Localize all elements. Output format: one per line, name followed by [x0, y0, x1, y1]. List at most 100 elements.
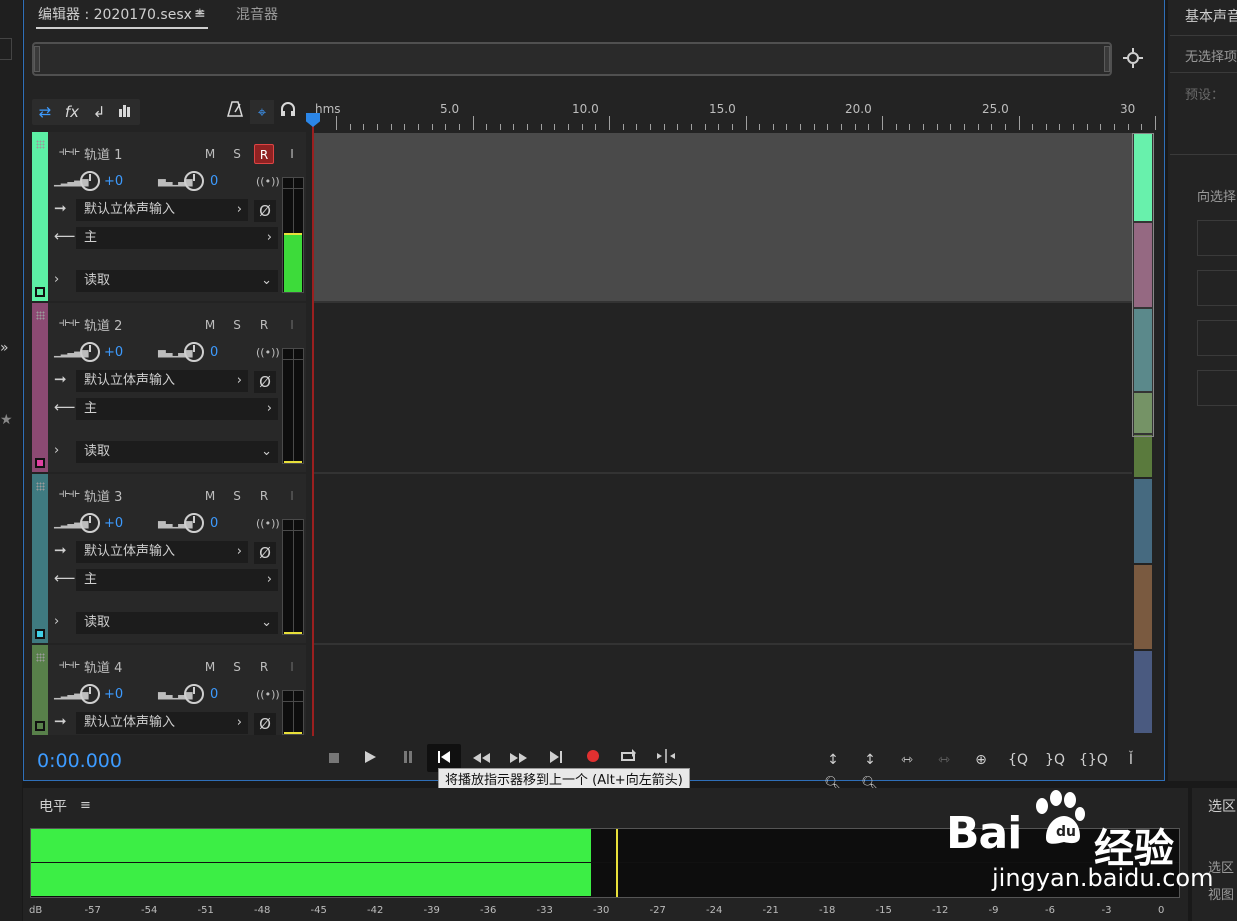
output-select[interactable]: 主 › — [76, 227, 278, 249]
vertical-scroll-thumb[interactable] — [1132, 133, 1154, 437]
zoom-to-playhead-icon[interactable]: ⊕ — [968, 748, 994, 772]
type-button[interactable] — [1197, 270, 1237, 306]
selection-panel-title[interactable]: 选区 — [1208, 796, 1236, 816]
pan-knob[interactable] — [184, 513, 204, 533]
volume-value[interactable]: +0 — [104, 345, 123, 360]
track-color-strip[interactable] — [32, 474, 48, 643]
send-icon[interactable]: ↲ — [87, 100, 111, 124]
zoom-in-full-icon[interactable]: }Q — [1042, 748, 1068, 772]
essential-sound-title[interactable]: 基本声音 — [1185, 6, 1237, 26]
mute-button[interactable]: M — [200, 486, 220, 506]
automation-mode-select[interactable]: 读取 ⌄ — [76, 441, 278, 463]
pan-knob[interactable] — [184, 171, 204, 191]
mute-button[interactable]: M — [200, 657, 220, 677]
volume-knob[interactable] — [80, 513, 100, 533]
phase-invert-icon[interactable]: Ø — [254, 200, 276, 222]
level-panel-title[interactable]: 电平 — [39, 796, 67, 816]
volume-value[interactable]: +0 — [104, 174, 123, 189]
output-select[interactable]: 主 › — [76, 569, 278, 591]
expand-chevron-icon[interactable]: › — [54, 443, 59, 458]
overview-handle-left[interactable] — [34, 46, 40, 72]
phase-invert-icon[interactable]: Ø — [254, 713, 276, 735]
track-1-lane[interactable] — [312, 133, 1132, 301]
monitor-input-button[interactable]: I — [282, 486, 302, 506]
track-name[interactable]: 轨道 4 — [84, 657, 122, 676]
pan-value[interactable]: 0 — [210, 345, 218, 360]
level-menu-icon[interactable]: ≡ — [80, 798, 91, 813]
input-select[interactable]: 默认立体声输入 › — [76, 199, 248, 221]
pan-knob[interactable] — [184, 684, 204, 704]
pan-knob[interactable] — [184, 342, 204, 362]
record-arm-button[interactable]: R — [254, 486, 274, 506]
solo-button[interactable]: S — [227, 657, 247, 677]
auto-icon[interactable]: ⌖ — [250, 100, 274, 124]
monitor-input-button[interactable]: I — [282, 657, 302, 677]
track-header-3[interactable]: ⟛⟛ 轨道 3 M S R I ▁▂▃▄▅ +0 ▅▃▁▃▅ 0 ((•)) ➞… — [32, 474, 306, 643]
mute-button[interactable]: M — [200, 315, 220, 335]
overview-scrollbar[interactable] — [32, 42, 1112, 76]
pan-value[interactable]: 0 — [210, 174, 218, 189]
track-select-box[interactable] — [35, 287, 45, 297]
headphones-icon[interactable] — [276, 100, 300, 124]
expand-panel-icon[interactable]: » — [0, 340, 9, 356]
track-color-strip[interactable] — [32, 303, 48, 472]
time-ruler[interactable]: hms 5.0 10.0 15.0 20.0 25.0 30 — [310, 98, 1156, 130]
input-select[interactable]: 默认立体声输入 › — [76, 370, 248, 392]
type-button[interactable] — [1197, 220, 1237, 256]
track-select-box[interactable] — [35, 458, 45, 468]
track-select-box[interactable] — [35, 629, 45, 639]
overview-handle-right[interactable] — [1104, 46, 1110, 72]
record-arm-button[interactable]: R — [254, 657, 274, 677]
io-icon[interactable]: ⇄ — [33, 100, 57, 124]
monitor-input-button[interactable]: I — [282, 315, 302, 335]
expand-chevron-icon[interactable]: › — [54, 272, 59, 287]
solo-button[interactable]: S — [227, 486, 247, 506]
type-button[interactable] — [1197, 320, 1237, 356]
automation-mode-select[interactable]: 读取 ⌄ — [76, 270, 278, 292]
phase-invert-icon[interactable]: Ø — [254, 371, 276, 393]
stop-button[interactable] — [321, 747, 347, 771]
track-color-strip[interactable] — [32, 132, 48, 301]
volume-knob[interactable] — [80, 342, 100, 362]
drag-grip-icon[interactable] — [36, 653, 45, 662]
phase-invert-icon[interactable]: Ø — [254, 542, 276, 564]
zoom-in-amplitude-icon[interactable]: ↕🔍︎ — [820, 748, 846, 792]
track-header-1[interactable]: ⟛⟛ 轨道 1 M S R I ▁▂▃▄▅ +0 ▅▃▁▃▅ 0 ((•)) ➞… — [32, 132, 306, 301]
track-3-lane[interactable] — [312, 474, 1132, 643]
track-name[interactable]: 轨道 3 — [84, 486, 122, 505]
pan-value[interactable]: 0 — [210, 687, 218, 702]
solo-button[interactable]: S — [227, 315, 247, 335]
pause-button[interactable] — [395, 747, 421, 771]
solo-button[interactable]: S — [227, 144, 247, 164]
star-icon[interactable]: ★ — [0, 412, 13, 428]
record-arm-button[interactable]: R — [254, 144, 274, 164]
drag-grip-icon[interactable] — [36, 140, 45, 149]
track-2-lane[interactable] — [312, 303, 1132, 472]
automation-mode-select[interactable]: 读取 ⌄ — [76, 612, 278, 634]
zoom-out-amplitude-icon[interactable]: ↕🔍︎ — [857, 748, 883, 792]
vertical-track-scroll[interactable] — [1132, 133, 1154, 733]
track-select-box[interactable] — [35, 721, 45, 731]
volume-knob[interactable] — [80, 684, 100, 704]
metronome-icon[interactable] — [223, 100, 247, 124]
input-select[interactable]: 默认立体声输入 › — [76, 541, 248, 563]
type-button[interactable] — [1197, 370, 1237, 406]
volume-value[interactable]: +0 — [104, 516, 123, 531]
tab-menu-icon[interactable]: ≡ — [194, 6, 206, 22]
output-select[interactable]: 主 › — [76, 398, 278, 420]
volume-value[interactable]: +0 — [104, 687, 123, 702]
drag-grip-icon[interactable] — [36, 482, 45, 491]
zoom-out-full-icon[interactable]: {Q — [1005, 748, 1031, 772]
tab-mixer[interactable]: 混音器 — [236, 4, 278, 24]
zoom-in-time-icon[interactable]: ⇿ — [894, 748, 920, 772]
fx-icon[interactable]: fx — [60, 100, 84, 124]
track-header-4[interactable]: ⟛⟛ 轨道 4 M S R I ▁▂▃▄▅ +0 ▅▃▁▃▅ 0 ((•)) ➞… — [32, 645, 306, 735]
zoom-tracks-icon[interactable]: Ǐ — [1118, 748, 1144, 772]
tab-editor[interactable]: 编辑器 : 2020170.sesx * — [38, 4, 203, 24]
track-4-lane[interactable] — [312, 645, 1132, 735]
eq-icon[interactable] — [113, 100, 137, 124]
left-panel-field[interactable] — [0, 38, 12, 60]
drag-grip-icon[interactable] — [36, 311, 45, 320]
track-name[interactable]: 轨道 1 — [84, 144, 122, 163]
pan-value[interactable]: 0 — [210, 516, 218, 531]
